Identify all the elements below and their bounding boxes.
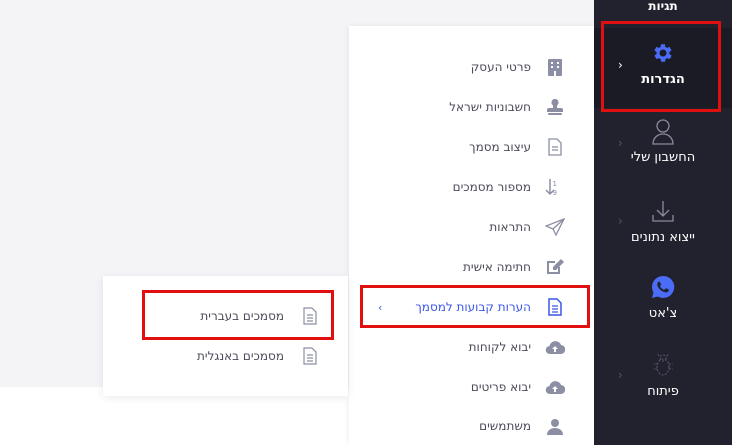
gear-icon bbox=[651, 38, 675, 68]
sidebar-item-development[interactable]: ‹ פיתוח bbox=[594, 348, 732, 428]
menu-item-notifications[interactable]: התראות bbox=[349, 207, 594, 247]
chevron-left-icon: ‹ bbox=[618, 136, 623, 150]
menu-item-business-details[interactable]: פרטי העסק bbox=[349, 47, 594, 87]
menu-item-fixed-document-notes[interactable]: › הערות קבועות למסמך bbox=[349, 287, 594, 327]
sidebar-item-export-data[interactable]: ‹ ייצוא נתונים bbox=[594, 192, 732, 272]
document-icon bbox=[302, 307, 318, 325]
user-icon bbox=[651, 116, 675, 146]
document-icon bbox=[545, 137, 565, 157]
bug-icon bbox=[651, 350, 675, 380]
document-lines-icon bbox=[545, 297, 565, 317]
menu-item-document-numbering[interactable]: 19 מספור מסמכים bbox=[349, 167, 594, 207]
menu-item-personal-signature[interactable]: חתימה אישית bbox=[349, 247, 594, 287]
sidebar-item-tags[interactable]: תגיות bbox=[594, 0, 732, 13]
chevron-left-icon: ‹ bbox=[618, 58, 623, 72]
paper-plane-icon bbox=[545, 217, 565, 237]
sidebar-item-chat[interactable]: צ'אט bbox=[594, 270, 732, 350]
svg-text:9: 9 bbox=[553, 189, 557, 196]
submenu-item-english-documents[interactable]: מסמכים באנגלית bbox=[103, 339, 348, 373]
chevron-left-icon: › bbox=[378, 300, 383, 314]
chevron-left-icon: ‹ bbox=[618, 368, 623, 382]
cloud-upload-icon bbox=[545, 377, 565, 397]
sidebar-item-label: החשבון שלי bbox=[630, 150, 696, 165]
submenu-item-hebrew-documents[interactable]: מסמכים בעברית bbox=[103, 299, 348, 333]
sidebar-item-label: צ'אט bbox=[648, 306, 678, 321]
document-icon bbox=[302, 347, 318, 365]
sidebar-item-label: ייצוא נתונים bbox=[631, 230, 695, 245]
sidebar-item-settings[interactable]: ‹ הגדרות bbox=[594, 28, 732, 108]
main-sidebar: תגיות ‹ הגדרות ‹ החשבון שלי ‹ ייצוא נתונ… bbox=[594, 0, 732, 445]
stamp-icon bbox=[545, 97, 565, 117]
fixed-notes-submenu: מסמכים בעברית מסמכים באנגלית bbox=[103, 276, 348, 396]
sidebar-item-label: פיתוח bbox=[647, 384, 679, 399]
users-icon bbox=[545, 416, 565, 436]
download-icon bbox=[650, 196, 676, 226]
svg-text:1: 1 bbox=[553, 180, 557, 188]
menu-item-israel-invoices[interactable]: חשבוניות ישראל bbox=[349, 87, 594, 127]
menu-item-import-items[interactable]: יבוא פריטים bbox=[349, 367, 594, 407]
menu-item-document-design[interactable]: עיצוב מסמך bbox=[349, 127, 594, 167]
whatsapp-icon bbox=[650, 272, 676, 302]
edit-icon bbox=[545, 257, 565, 277]
chevron-left-icon: ‹ bbox=[618, 214, 623, 228]
sidebar-item-label: הגדרות bbox=[641, 72, 685, 87]
menu-item-import-customers[interactable]: יבוא לקוחות bbox=[349, 327, 594, 367]
settings-menu: פרטי העסק חשבוניות ישראל עיצוב מסמך 19 מ… bbox=[349, 26, 594, 445]
sidebar-item-my-account[interactable]: ‹ החשבון שלי bbox=[594, 112, 732, 192]
menu-item-users[interactable]: משתמשים bbox=[349, 406, 594, 445]
sort-numeric-icon: 19 bbox=[545, 177, 565, 197]
building-icon bbox=[545, 57, 565, 77]
cloud-upload-icon bbox=[545, 337, 565, 357]
